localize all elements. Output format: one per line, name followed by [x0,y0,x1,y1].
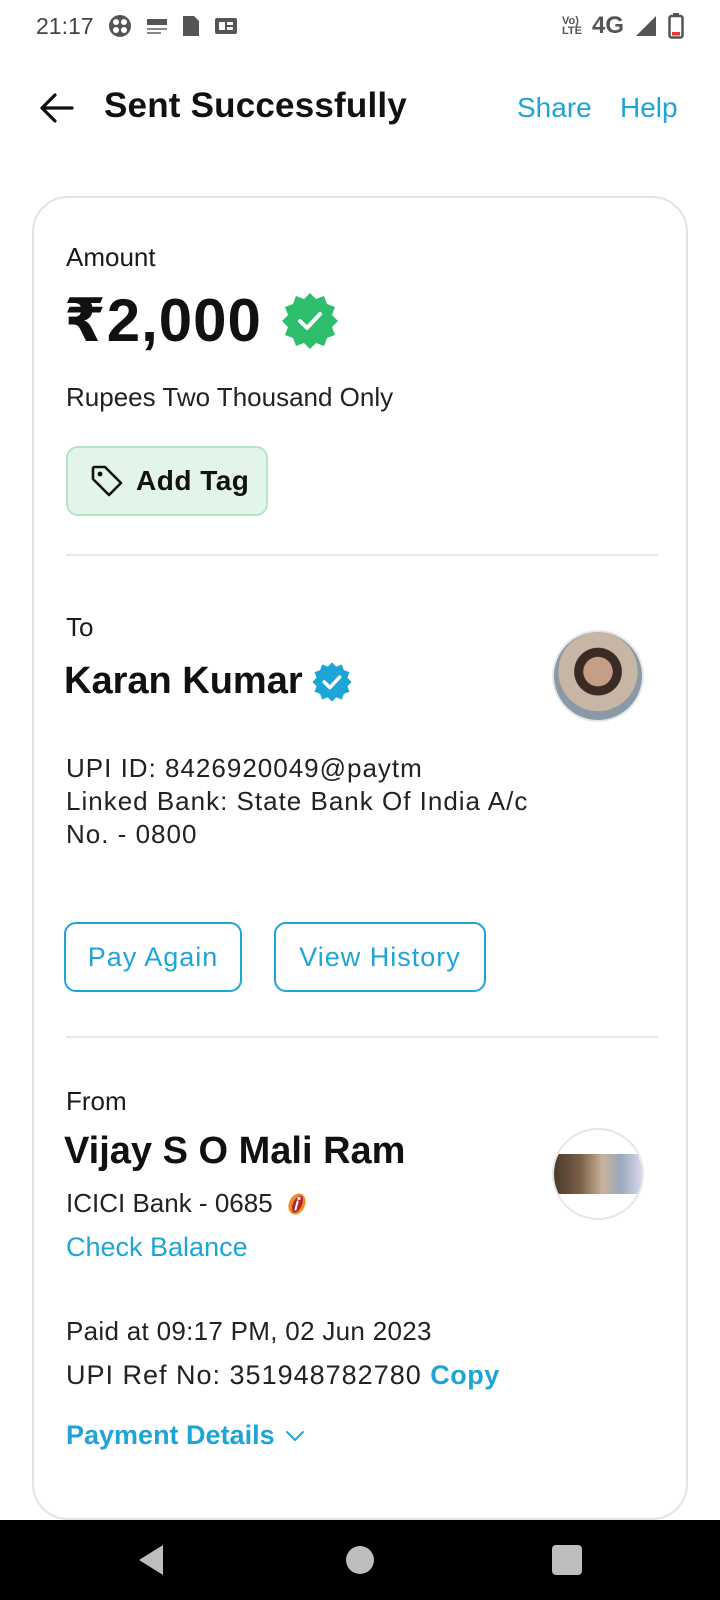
nav-home-icon[interactable] [346,1546,374,1574]
icici-logo-icon [288,1192,306,1215]
verified-badge-icon [312,661,352,702]
payment-details-toggle[interactable]: Payment Details [66,1420,305,1451]
pay-again-button[interactable]: Pay Again [64,922,242,992]
recipient-details: UPI ID: 8426920049@paytm Linked Bank: St… [66,752,566,851]
page-title: Sent Successfully [104,86,407,125]
status-right: Vo) LTE 4G [562,12,684,40]
battery-icon [668,13,684,39]
view-history-button[interactable]: View History [274,922,486,992]
paytm-icon [147,19,167,34]
sender-bank: ICICI Bank - 0685 [66,1188,273,1218]
arrow-left-icon [40,93,74,123]
app-header: Sent Successfully Share Help [0,70,720,150]
network-type: 4G [591,12,624,39]
from-label: From [66,1086,127,1116]
nav-back-icon[interactable] [136,1542,166,1578]
account-number: No. - 0800 [66,819,198,849]
payment-details-label: Payment Details [66,1420,275,1450]
to-label: To [66,612,94,642]
linked-bank: Linked Bank: State Bank Of India A/c [66,786,529,816]
system-nav-bar [0,1520,720,1600]
divider [66,554,658,556]
status-bar: 21:17 Vo) LTE 4G [0,0,720,54]
transaction-card: Amount ₹2,000 Rupees Two Thousand Only A… [32,196,688,1520]
success-check-icon [281,293,338,349]
amount-in-words: Rupees Two Thousand Only [66,382,394,412]
back-button[interactable] [34,86,78,130]
chevron-down-icon [285,1430,304,1441]
gallery-icon [215,18,237,34]
upi-ref-row: UPI Ref No: 351948782780 Copy [66,1360,500,1391]
signal-icon [636,16,656,36]
upi-id: UPI ID: 8426920049@paytm [66,753,423,783]
help-link[interactable]: Help [620,92,678,124]
upi-ref-number: UPI Ref No: 351948782780 [66,1360,422,1390]
status-time: 21:17 [36,13,94,39]
copy-button[interactable]: Copy [430,1360,500,1390]
add-tag-label: Add Tag [136,465,250,496]
recipient-avatar [552,630,644,722]
paid-at: Paid at 09:17 PM, 02 Jun 2023 [66,1316,432,1346]
divider [66,1036,658,1038]
recipient-name: Karan Kumar [64,660,303,702]
amount-row: ₹2,000 [64,286,340,356]
sender-photo [554,1154,642,1194]
to-name-row: Karan Kumar [64,660,353,703]
amount-label: Amount [66,242,156,272]
sender-avatar [552,1128,644,1220]
volte-indicator: Vo) LTE [562,15,582,37]
sender-name: Vijay S O Mali Ram [64,1130,406,1172]
amount-value: ₹2,000 [64,287,262,354]
nav-recents-icon[interactable] [552,1545,582,1575]
share-link[interactable]: Share [517,92,592,124]
tag-icon [91,465,123,497]
add-tag-button[interactable]: Add Tag [66,446,268,516]
sender-bank-row: ICICI Bank - 0685 [66,1188,309,1219]
app-icon [109,15,131,37]
status-left-icons [108,14,238,38]
file-icon [183,16,199,36]
check-balance-link[interactable]: Check Balance [66,1232,248,1263]
